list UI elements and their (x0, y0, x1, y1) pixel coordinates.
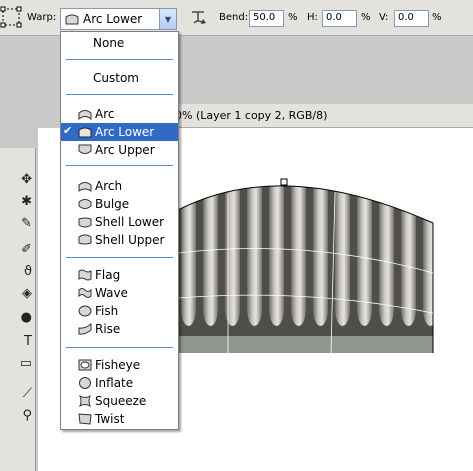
squeeze-icon (79, 395, 91, 407)
history-brush-tool-icon[interactable]: ϑ (4, 262, 32, 280)
bend-input[interactable]: 50.0 (249, 10, 284, 27)
rectangle-tool-icon[interactable]: ▭ (4, 354, 32, 372)
menu-separator (66, 94, 173, 95)
bend-label: Bend: (219, 12, 249, 23)
menu-item-wave[interactable]: Wave (61, 284, 178, 302)
v-unit: % (432, 12, 442, 23)
menu-item-arc[interactable]: Arc (61, 105, 178, 123)
menu-item-arc-upper[interactable]: Arc Upper (61, 141, 178, 159)
flag-icon (78, 269, 92, 281)
h-unit: % (361, 12, 371, 23)
type-tool-icon[interactable]: T (4, 332, 32, 350)
menu-item-fish[interactable]: Fish (61, 302, 178, 320)
arc-lower-icon (78, 127, 92, 138)
warp-control-handle[interactable] (280, 178, 288, 186)
warp-style-menu: None Custom Arc ✔ Arc Lower Arc Upper Ar… (60, 31, 179, 430)
menu-item-custom[interactable]: Custom (61, 69, 178, 87)
menu-item-shell-lower[interactable]: Shell Lower (61, 213, 178, 231)
warp-selected-value: Arc Lower (83, 12, 143, 26)
wave-icon (78, 288, 92, 298)
horizontal-distortion-input[interactable]: 0.0 (322, 10, 357, 27)
menu-item-bulge[interactable]: Bulge (61, 195, 178, 213)
bulge-icon (78, 199, 92, 209)
menu-item-inflate[interactable]: Inflate (61, 374, 178, 392)
v-label: V: (379, 12, 389, 23)
tools-palette: ✥ ✱ ✎ ✐ ϑ ◈ ● T ▭ ⟋ ⚲ (0, 148, 36, 471)
eyedropper-tool-icon[interactable]: ✎ (4, 214, 32, 232)
inflate-icon (79, 377, 91, 389)
chevron-down-icon[interactable]: ▼ (159, 9, 176, 29)
h-label: H: (307, 12, 318, 23)
warp-style-dropdown[interactable]: Arc Lower ▼ (60, 8, 177, 30)
menu-item-twist[interactable]: Twist (61, 410, 178, 428)
document-title: 0% (Layer 1 copy 2, RGB/8) (175, 109, 328, 122)
menu-item-none[interactable]: None (61, 34, 178, 52)
change-orientation-icon[interactable] (189, 9, 209, 27)
menu-item-flag[interactable]: Flag (61, 266, 178, 284)
warp-tool-icon[interactable] (0, 6, 22, 28)
move-tool-icon[interactable]: ✥ (4, 170, 32, 188)
shell-upper-icon (78, 234, 92, 245)
arc-lower-icon (65, 14, 79, 25)
dodge-tool-icon[interactable]: ● (4, 308, 32, 326)
paint-bucket-tool-icon[interactable]: ◈ (4, 284, 32, 302)
menu-separator (66, 347, 173, 348)
warp-label: Warp: (27, 12, 57, 23)
bend-unit: % (288, 12, 298, 23)
eyedropper-sample-tool-icon[interactable]: ⟋ (4, 384, 32, 402)
menu-item-arch[interactable]: Arch (61, 177, 178, 195)
rise-icon (78, 323, 92, 335)
arch-icon (78, 182, 92, 192)
check-mark-icon: ✔ (63, 124, 73, 137)
shell-lower-icon (78, 217, 92, 228)
menu-item-shell-upper[interactable]: Shell Upper (61, 231, 178, 249)
brush-tool-icon[interactable]: ✐ (4, 240, 32, 258)
arc-icon (78, 110, 92, 120)
menu-item-rise[interactable]: Rise (61, 320, 178, 338)
menu-separator (66, 165, 173, 166)
zoom-tool-icon[interactable]: ⚲ (4, 406, 32, 424)
arc-upper-icon (78, 144, 92, 154)
fisheye-icon (78, 359, 92, 371)
fish-icon (78, 305, 92, 317)
menu-item-squeeze[interactable]: Squeeze (61, 392, 178, 410)
menu-item-fisheye[interactable]: Fisheye (61, 356, 178, 374)
menu-item-arc-lower[interactable]: ✔ Arc Lower (61, 123, 178, 141)
magic-wand-tool-icon[interactable]: ✱ (4, 192, 32, 210)
vertical-distortion-input[interactable]: 0.0 (394, 10, 429, 27)
twist-icon (78, 413, 92, 425)
menu-separator (66, 257, 173, 258)
menu-separator (66, 59, 173, 60)
